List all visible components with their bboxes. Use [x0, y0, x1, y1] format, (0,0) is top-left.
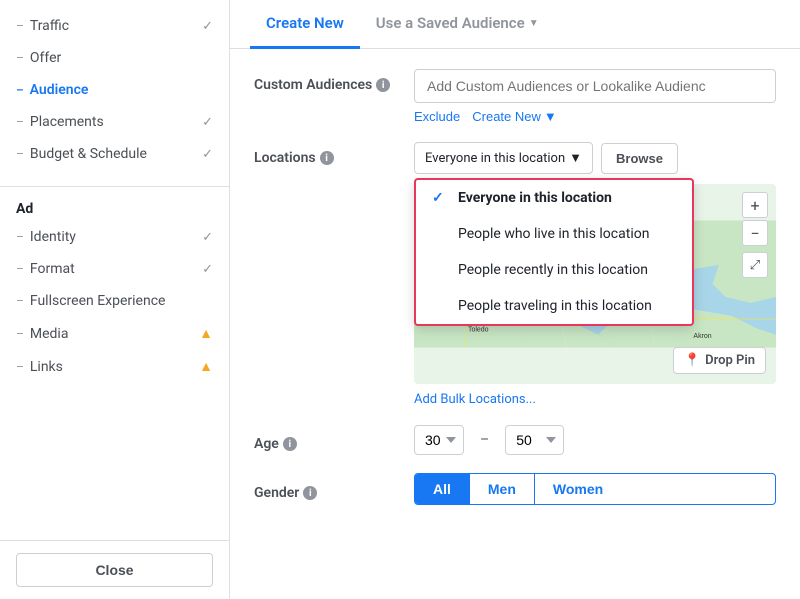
- drop-pin-button[interactable]: 📍 Drop Pin: [673, 347, 766, 374]
- check-icon-budget: ✓: [202, 147, 213, 162]
- sidebar-item-identity-label: Identity: [30, 229, 76, 245]
- chevron-down-icon: ▼: [529, 18, 539, 29]
- gender-row: Gender i All Men Women: [254, 473, 776, 505]
- audiences-actions: Exclude Create New ▼: [414, 109, 776, 124]
- ad-section-label: Ad: [0, 197, 229, 221]
- location-label: Locations i: [254, 142, 414, 166]
- main-content: Create New Use a Saved Audience ▼ Custom…: [230, 0, 800, 599]
- check-icon-identity: ✓: [202, 230, 213, 245]
- location-info-icon[interactable]: i: [320, 151, 334, 165]
- location-type-dropdown[interactable]: Everyone in this location ▼: [414, 142, 593, 174]
- sidebar-item-audience-label: Audience: [30, 82, 89, 98]
- create-new-audience-button[interactable]: Create New ▼: [472, 109, 557, 124]
- warn-icon-links: ▲: [199, 358, 213, 375]
- chevron-down-create-icon: ▼: [544, 109, 557, 124]
- location-input-area: Everyone in this location ▼ Browse ✓ Eve…: [414, 142, 776, 407]
- sidebar-nav: – Traffic ✓ – Offer – Audience – Placeme…: [0, 0, 229, 540]
- sidebar-item-fullscreen-label: Fullscreen Experience: [30, 293, 166, 309]
- custom-audiences-row: Custom Audiences i Exclude Create New ▼: [254, 69, 776, 124]
- sidebar-item-audience[interactable]: – Audience: [0, 74, 229, 106]
- sidebar-item-placements-label: Placements: [30, 114, 104, 130]
- gender-all-button[interactable]: All: [415, 474, 469, 504]
- dropdown-item-live[interactable]: People who live in this location: [416, 216, 692, 252]
- dropdown-item-recently[interactable]: People recently in this location: [416, 252, 692, 288]
- check-icon-traffic: ✓: [202, 19, 213, 34]
- sidebar-item-identity[interactable]: – Identity ✓: [0, 221, 229, 253]
- location-type-label: Everyone in this location: [425, 151, 565, 166]
- pin-icon: 📍: [684, 353, 700, 368]
- check-icon-format: ✓: [202, 262, 213, 277]
- sidebar: – Traffic ✓ – Offer – Audience – Placeme…: [0, 0, 230, 599]
- sidebar-item-format-label: Format: [30, 261, 75, 277]
- sidebar-item-fullscreen[interactable]: – Fullscreen Experience: [0, 285, 229, 317]
- dropdown-item-everyone[interactable]: ✓ Everyone in this location: [416, 180, 692, 216]
- sidebar-close: Close: [0, 540, 229, 599]
- gender-women-button[interactable]: Women: [534, 474, 621, 504]
- sidebar-item-traffic[interactable]: – Traffic ✓: [0, 10, 229, 42]
- map-expand-button[interactable]: ⤢: [742, 252, 768, 278]
- form-area: Custom Audiences i Exclude Create New ▼ …: [230, 49, 800, 543]
- sidebar-item-format[interactable]: – Format ✓: [0, 253, 229, 285]
- sidebar-item-traffic-label: Traffic: [30, 18, 69, 34]
- sidebar-item-media[interactable]: – Media ▲: [0, 317, 229, 350]
- age-control: 30 182125 35404550 – 50 354045 556065Any: [414, 425, 776, 455]
- age-info-icon[interactable]: i: [283, 437, 297, 451]
- check-icon-placements: ✓: [202, 115, 213, 130]
- age-from-select[interactable]: 30 182125 35404550: [414, 425, 464, 455]
- gender-label: Gender i: [254, 477, 414, 501]
- map-controls: + − ⤢: [742, 192, 768, 278]
- check-icon-everyone: ✓: [432, 190, 448, 206]
- custom-audiences-label: Custom Audiences i: [254, 69, 414, 93]
- svg-text:Akron: Akron: [693, 333, 711, 340]
- sidebar-item-links-label: Links: [30, 359, 63, 375]
- dropdown-item-traveling[interactable]: People traveling in this location: [416, 288, 692, 324]
- tab-use-saved[interactable]: Use a Saved Audience ▼: [360, 0, 555, 49]
- browse-button[interactable]: Browse: [601, 143, 678, 174]
- gender-men-button[interactable]: Men: [469, 474, 534, 504]
- age-to-select[interactable]: 50 354045 556065Any: [505, 425, 564, 455]
- zoom-in-button[interactable]: +: [742, 192, 768, 218]
- svg-text:Toledo: Toledo: [468, 327, 489, 334]
- age-label: Age i: [254, 428, 414, 452]
- gender-control: All Men Women: [414, 473, 776, 505]
- age-dash: –: [480, 432, 489, 448]
- location-row: Locations i Everyone in this location ▼ …: [254, 142, 776, 407]
- gender-info-icon[interactable]: i: [303, 486, 317, 500]
- add-bulk-locations-link[interactable]: Add Bulk Locations...: [414, 392, 776, 407]
- tab-create-new[interactable]: Create New: [250, 0, 360, 49]
- warn-icon-media: ▲: [199, 325, 213, 342]
- sidebar-item-media-label: Media: [30, 326, 69, 342]
- custom-audiences-input[interactable]: [414, 69, 776, 103]
- close-button[interactable]: Close: [16, 553, 213, 587]
- custom-audiences-control: Exclude Create New ▼: [414, 69, 776, 124]
- sidebar-item-placements[interactable]: – Placements ✓: [0, 106, 229, 138]
- sidebar-item-budget[interactable]: – Budget & Schedule ✓: [0, 138, 229, 170]
- chevron-down-location-icon: ▼: [569, 150, 582, 166]
- sidebar-item-offer-label: Offer: [30, 50, 61, 66]
- location-top: Everyone in this location ▼ Browse: [414, 142, 776, 174]
- sidebar-item-offer[interactable]: – Offer: [0, 42, 229, 74]
- custom-audiences-info-icon[interactable]: i: [376, 78, 390, 92]
- zoom-out-button[interactable]: −: [742, 220, 768, 246]
- exclude-button[interactable]: Exclude: [414, 109, 460, 124]
- location-dropdown-menu: ✓ Everyone in this location People who l…: [414, 178, 694, 326]
- sidebar-item-links[interactable]: – Links ▲: [0, 350, 229, 383]
- sidebar-item-budget-label: Budget & Schedule: [30, 146, 147, 162]
- tab-use-saved-label: Use a Saved Audience: [376, 14, 525, 32]
- gender-buttons: All Men Women: [414, 473, 776, 505]
- age-row: Age i 30 182125 35404550 – 50 354045 556…: [254, 425, 776, 455]
- tabs-bar: Create New Use a Saved Audience ▼: [230, 0, 800, 49]
